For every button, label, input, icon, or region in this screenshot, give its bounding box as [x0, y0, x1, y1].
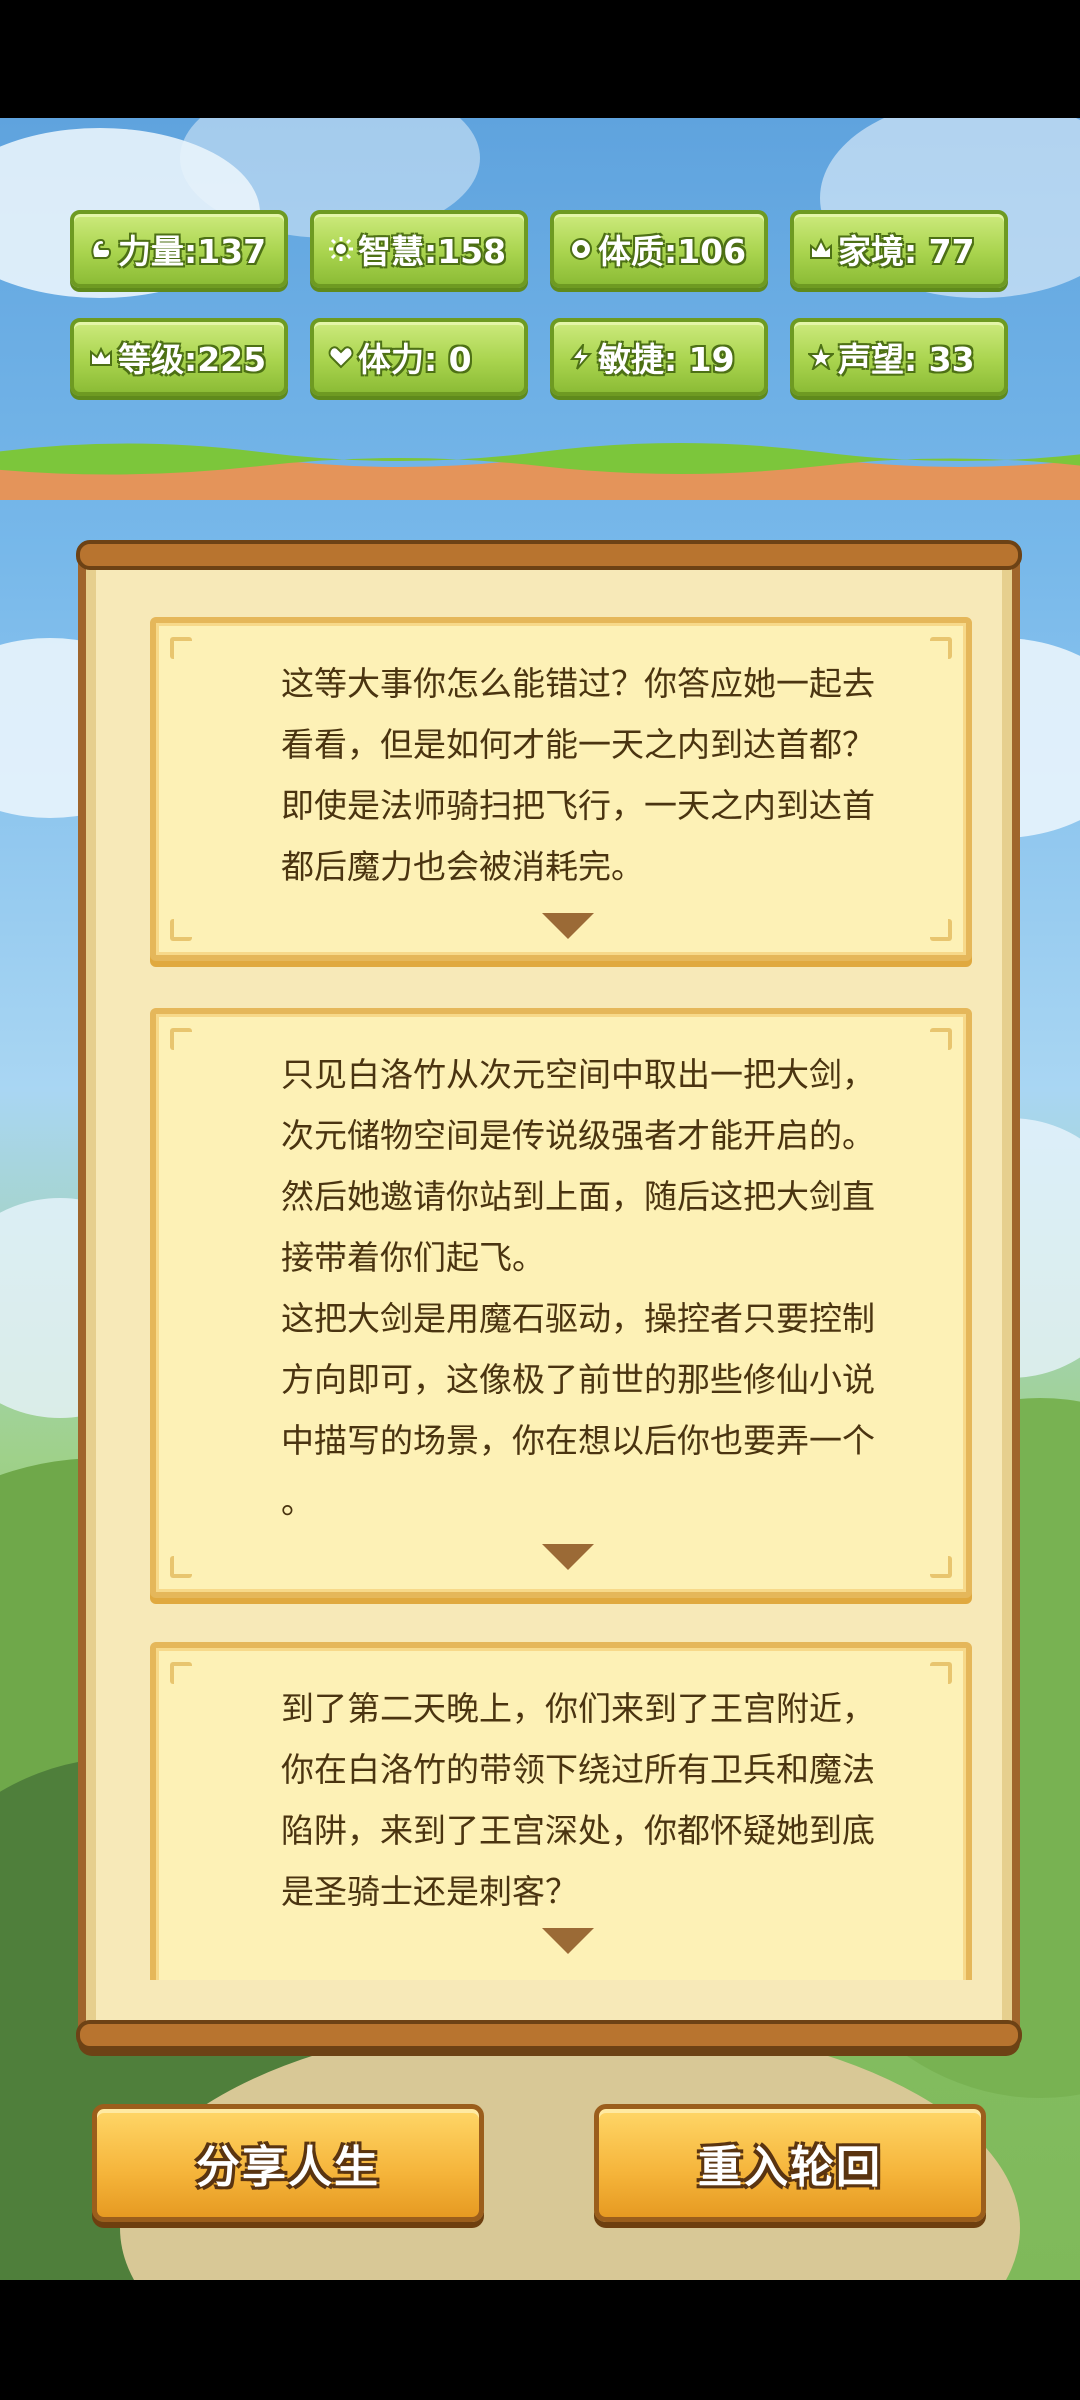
stat-stamina: 体力: 0: [310, 318, 528, 396]
stat-constitution: 体质:106: [550, 210, 768, 288]
grass-divider: [0, 443, 1080, 500]
stat-family-text: 家境: 77: [838, 232, 975, 271]
stat-level: 等级:225: [70, 318, 288, 396]
family-icon: [810, 237, 832, 259]
expand-arrow-icon[interactable]: [542, 913, 594, 939]
star-icon: [808, 344, 834, 370]
event-card: 这等大事你怎么能错过？你答应她一起去 看看，但是如何才能一天之内到达首都？ 即使…: [150, 617, 972, 961]
event-card: 到了第二天晚上，你们来到了王宫附近， 你在白洛竹的带领下绕过所有卫兵和魔法 陷阱…: [150, 1642, 972, 1980]
stat-constitution-text: 体质:106: [598, 232, 747, 271]
restart-cycle-button[interactable]: 重入轮回: [594, 2104, 986, 2222]
event-list[interactable]: 这等大事你怎么能错过？你答应她一起去 看看，但是如何才能一天之内到达首都？ 即使…: [100, 590, 980, 1980]
expand-arrow-icon[interactable]: [542, 1928, 594, 1954]
stat-stamina-text: 体力: 0: [358, 340, 472, 379]
scroll-rod-top: [76, 540, 1022, 570]
stat-reputation: 声望: 33: [790, 318, 1008, 396]
status-bar-area: [0, 0, 1080, 118]
restart-cycle-label: 重入轮回: [698, 2142, 882, 2193]
heart-icon: [328, 346, 354, 369]
stat-strength-text: 力量:137: [118, 232, 267, 271]
stat-family: 家境: 77: [790, 210, 1008, 288]
crown-icon: [90, 346, 112, 366]
event-text: 只见白洛竹从次元空间中取出一把大剑， 次元储物空间是传说级强者才能开启的。 然后…: [281, 1055, 875, 1521]
constitution-icon: [570, 238, 592, 260]
stat-wisdom: 智慧:158: [310, 210, 528, 288]
stat-level-text: 等级:225: [118, 340, 267, 379]
stat-agility-text: 敏捷: 19: [598, 340, 735, 379]
event-text: 这等大事你怎么能错过？你答应她一起去 看看，但是如何才能一天之内到达首都？ 即使…: [281, 664, 875, 886]
stat-strength: 力量:137: [70, 210, 288, 288]
share-life-button[interactable]: 分享人生: [92, 2104, 484, 2222]
stat-agility: 敏捷: 19: [550, 318, 768, 396]
wisdom-icon: [329, 237, 353, 261]
lightning-icon: [569, 344, 593, 370]
scroll-rod-bottom: [76, 2020, 1022, 2050]
strength-icon: [91, 238, 112, 259]
stat-reputation-text: 声望: 33: [838, 340, 975, 379]
navigation-bar-area: [0, 2280, 1080, 2400]
event-card: 只见白洛竹从次元空间中取出一把大剑， 次元储物空间是传说级强者才能开启的。 然后…: [150, 1008, 972, 1598]
event-text: 到了第二天晚上，你们来到了王宫附近， 你在白洛竹的带领下绕过所有卫兵和魔法 陷阱…: [281, 1689, 875, 1911]
stat-wisdom-text: 智慧:158: [358, 232, 507, 271]
expand-arrow-icon[interactable]: [542, 1544, 594, 1570]
share-life-label: 分享人生: [196, 2142, 380, 2193]
